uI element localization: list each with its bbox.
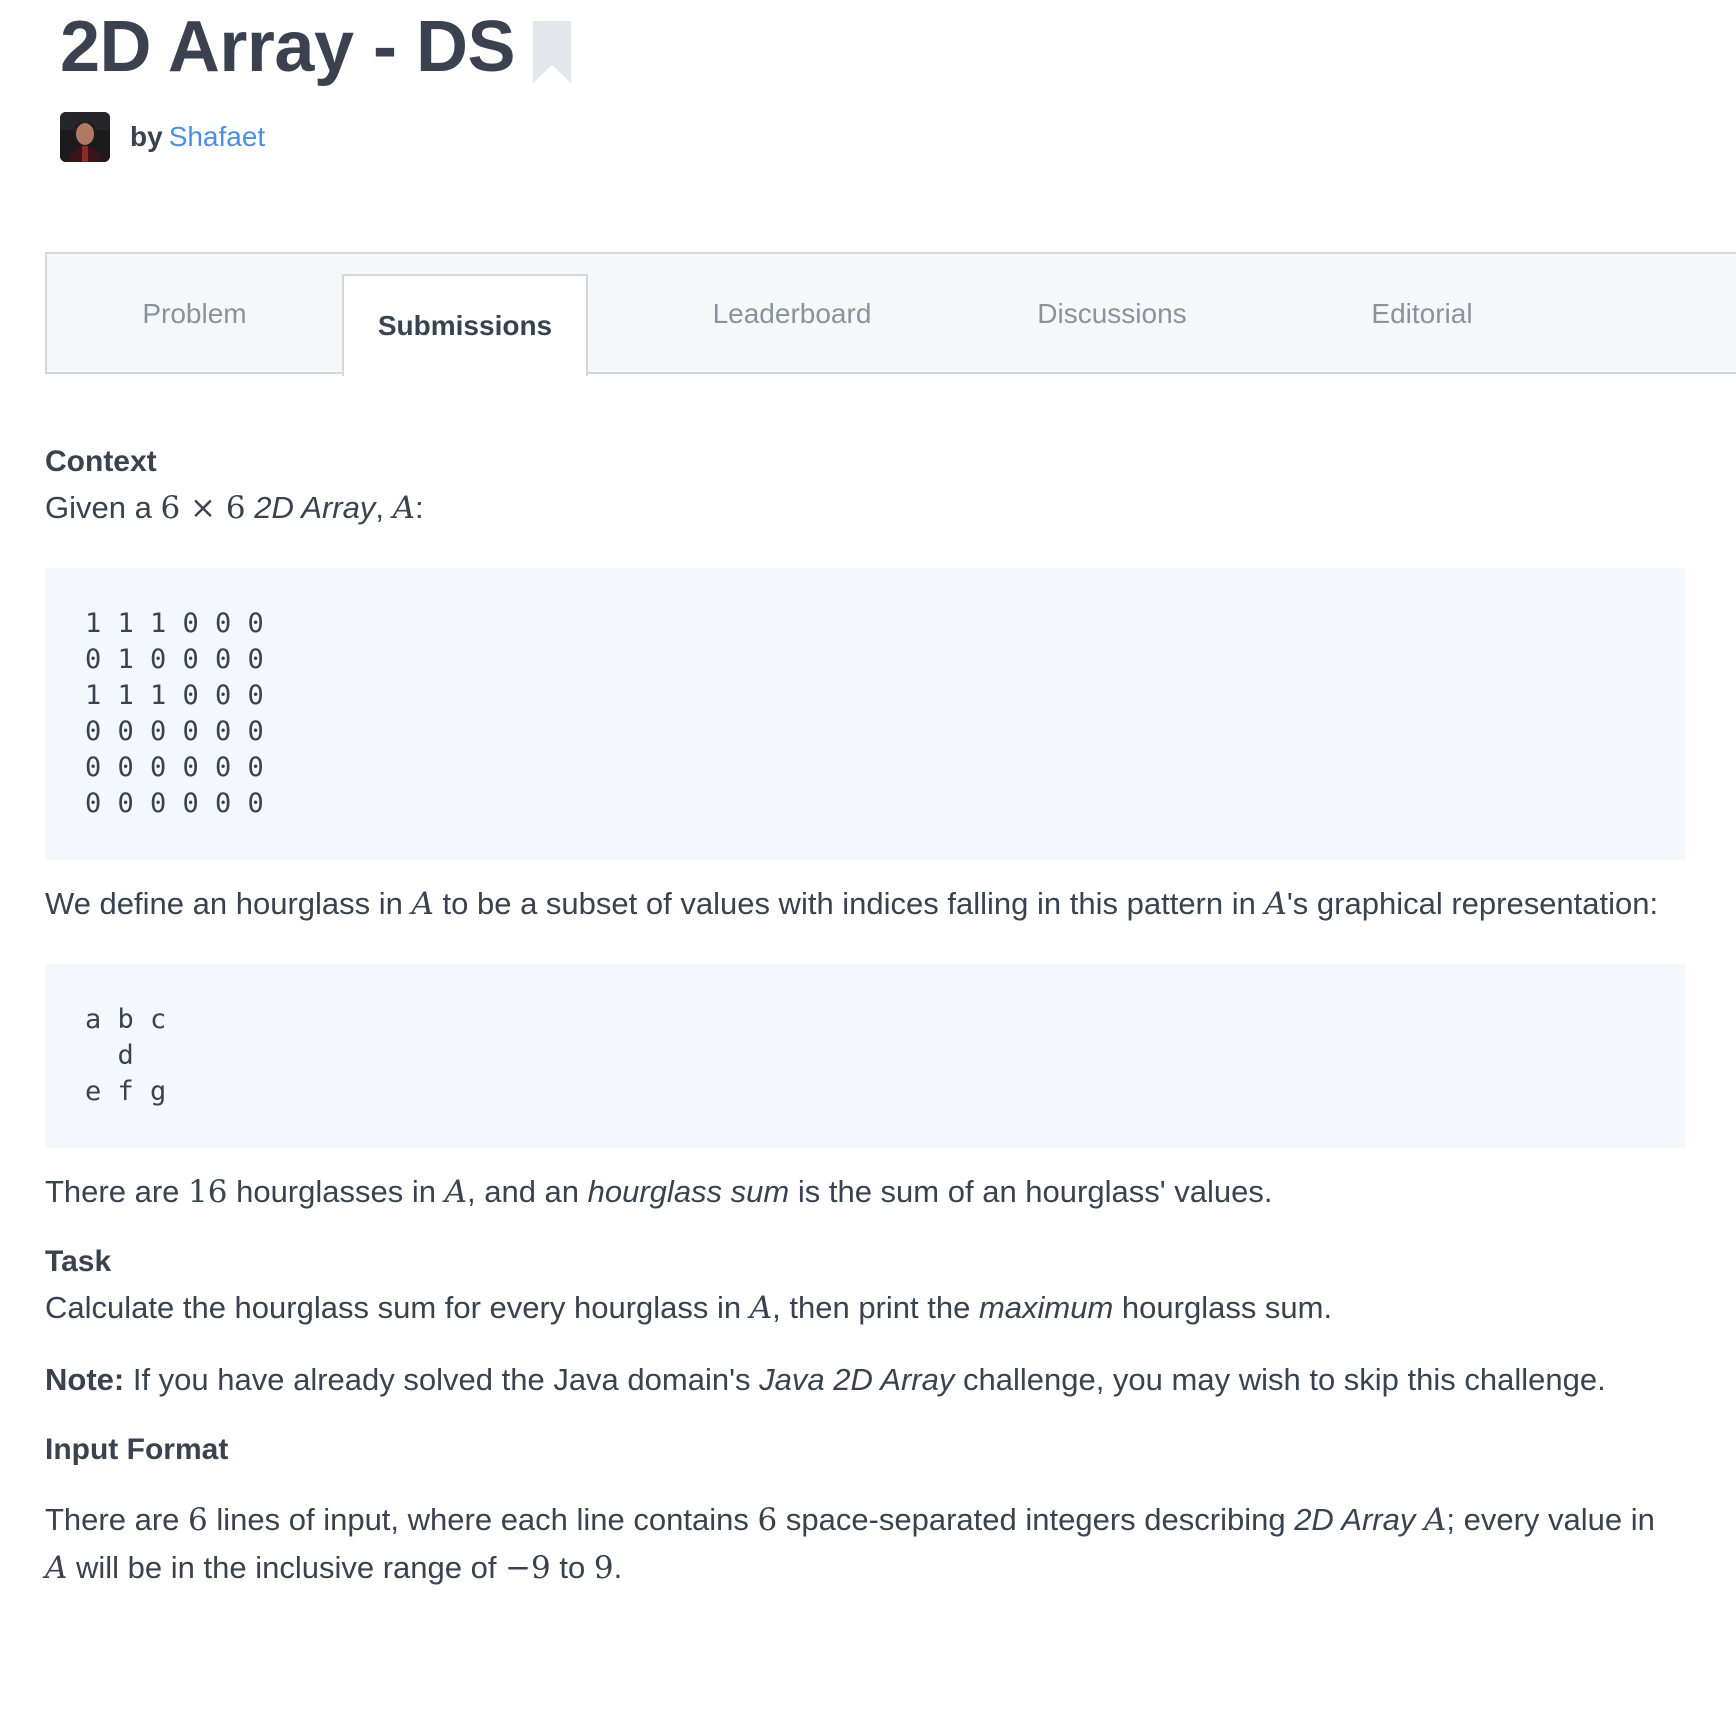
title-row: 2D Array - DS — [60, 4, 571, 90]
task-heading: Task — [45, 1245, 112, 1278]
pattern-code-block: a b c d e f g — [45, 964, 1685, 1148]
context-intro: Given a 6 × 6 2D Array, A: — [45, 490, 424, 526]
input-format-heading: Input Format — [45, 1433, 229, 1466]
tab-bar: Problem Submissions Leaderboard Discussi… — [45, 252, 1736, 376]
array-row: 0 0 0 0 0 0 — [85, 788, 264, 819]
note-text: Note: If you have already solved the Jav… — [45, 1362, 1606, 1397]
context-heading: Context — [45, 445, 157, 478]
page-title: 2D Array - DS — [60, 7, 516, 87]
hourglass-definition: We define an hourglass in A to be a subs… — [45, 886, 1659, 922]
pattern-row: e f g — [85, 1076, 167, 1107]
array-row: 0 0 0 0 0 0 — [85, 752, 264, 783]
by-label: by — [130, 121, 163, 152]
input-format-text: There are 6 lines of input, where each l… — [45, 1502, 1655, 1586]
array-row: 1 1 1 0 0 0 — [85, 608, 264, 639]
array-row: 1 1 1 0 0 0 — [85, 680, 264, 711]
author-avatar[interactable] — [60, 112, 110, 162]
problem-statement: Context Given a 6 × 6 2D Array, A: 1 1 1… — [45, 440, 1685, 1592]
array-row: 0 0 0 0 0 0 — [85, 716, 264, 747]
tab-discussions[interactable]: Discussions — [987, 254, 1237, 374]
bookmark-icon[interactable] — [533, 21, 571, 83]
tab-submissions[interactable]: Submissions — [342, 274, 588, 376]
tab-editorial[interactable]: Editorial — [1297, 254, 1547, 374]
pattern-row: d — [85, 1040, 134, 1071]
task-text: Calculate the hourglass sum for every ho… — [45, 1290, 1333, 1326]
pattern-row: a b c — [85, 1004, 167, 1035]
author-row: by Shafaet — [60, 112, 265, 162]
array-code-block: 1 1 1 0 0 0 0 1 0 0 0 0 1 1 1 0 0 0 0 0 0 0… — [45, 568, 1685, 860]
author-link[interactable]: Shafaet — [169, 121, 266, 153]
hourglass-count: There are 16 hourglasses in A, and an ho… — [45, 1174, 1273, 1210]
tab-problem[interactable]: Problem — [47, 254, 342, 374]
tab-leaderboard[interactable]: Leaderboard — [667, 254, 917, 374]
array-row: 0 1 0 0 0 0 — [85, 644, 264, 675]
